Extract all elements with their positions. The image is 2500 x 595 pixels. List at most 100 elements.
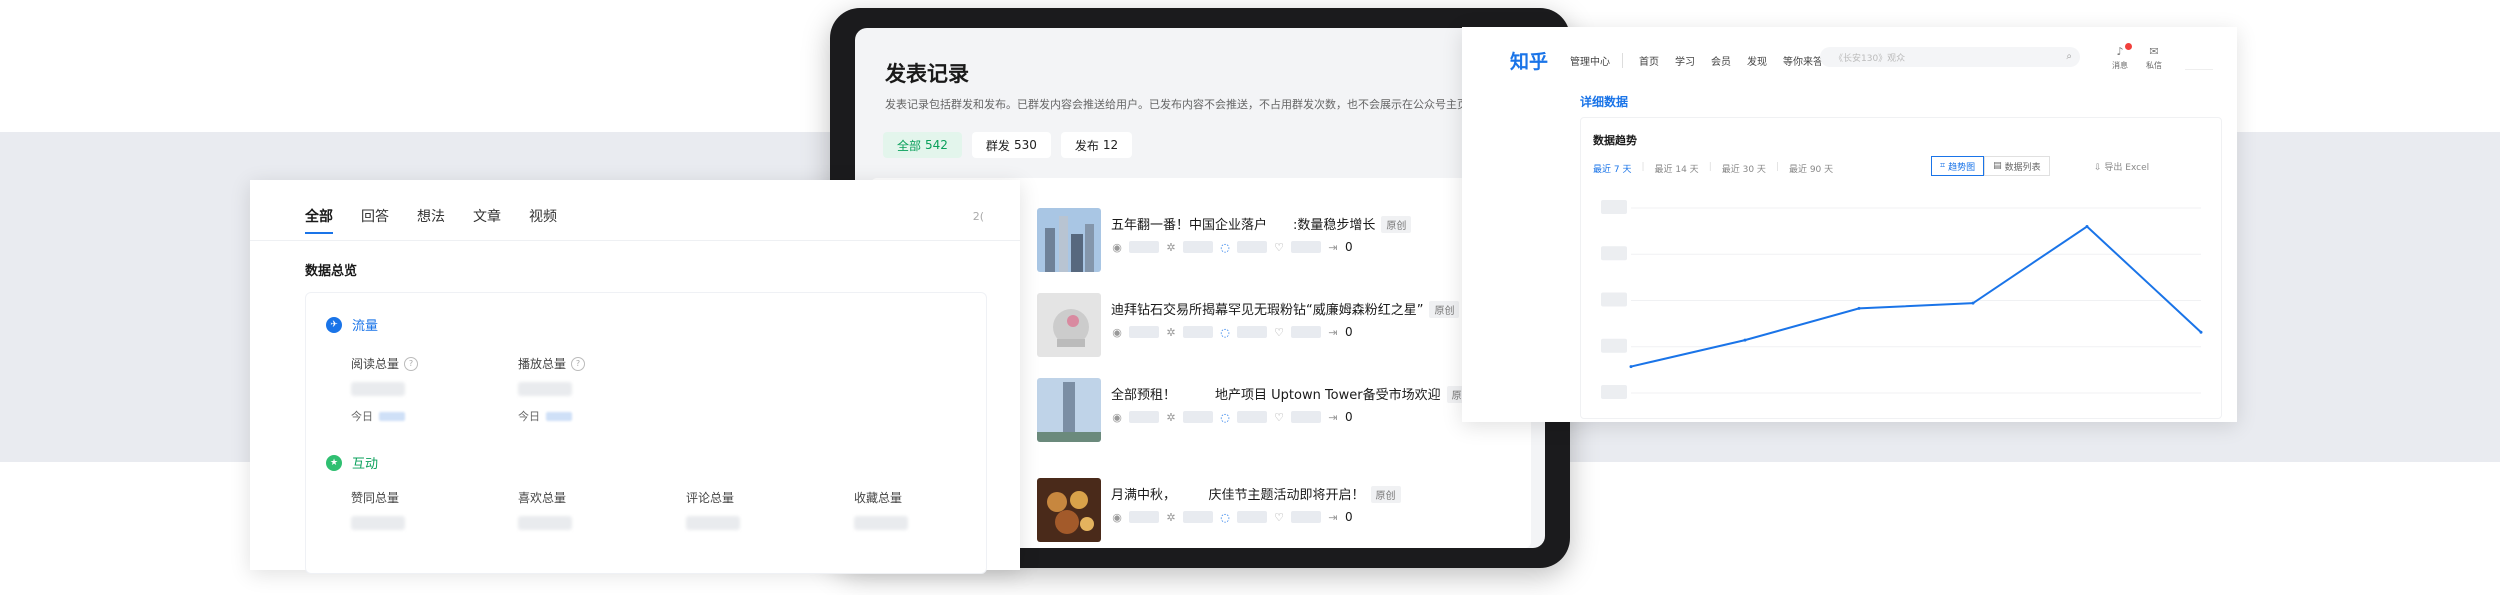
flow-section-header: ✈ 流量 xyxy=(326,315,378,334)
eye-icon: ◉ xyxy=(1112,510,1122,524)
header-icons: ♪ 消息 ✉ 私信 xyxy=(2112,43,2162,71)
nav-member[interactable]: 会员 xyxy=(1711,53,1731,68)
truncated-text: 2( xyxy=(972,210,984,223)
search-icon[interactable]: ⌕ xyxy=(2066,51,2072,62)
metric-plays: 播放总量? 今日 xyxy=(518,355,586,424)
article-stats: ◉ ✲ ◌ ♡ ⇥ 0 xyxy=(1112,410,1353,424)
data-point xyxy=(2085,225,2089,228)
share-icon: ✲ xyxy=(1166,240,1176,254)
range-14[interactable]: 最近 14 天 xyxy=(1655,162,1699,175)
nav-learn[interactable]: 学习 xyxy=(1675,53,1695,68)
eye-icon: ◉ xyxy=(1112,410,1122,424)
article-title[interactable]: 月满中秋， 庆佳节主题活动即将开启！ 原创 xyxy=(1111,484,1401,503)
metric-comments: 评论总量 xyxy=(686,489,740,530)
line-chart xyxy=(1601,200,2203,399)
export-button[interactable]: ⇩ 导出 Excel xyxy=(2094,160,2149,173)
y-tick-blurred xyxy=(1601,246,1627,261)
tab-all[interactable]: 全部 542 xyxy=(883,132,962,158)
series-line xyxy=(1630,225,2202,368)
article-thumbnail xyxy=(1037,378,1101,442)
tab-articles[interactable]: 文章 xyxy=(473,206,501,234)
range-7[interactable]: 最近 7 天 xyxy=(1593,162,1631,175)
forward-icon: ⇥ xyxy=(1328,510,1338,524)
search-input[interactable]: 《长安130》观众 ⌕ xyxy=(1820,47,2080,67)
interaction-section-header: ★ 互动 xyxy=(326,453,378,472)
like-icon: ♡ xyxy=(1274,240,1284,254)
message-button[interactable]: ✉ 私信 xyxy=(2146,45,2162,71)
article-stats: ◉ ✲ ◌ ♡ ⇥ 0 xyxy=(1112,240,1353,254)
nav-management[interactable]: 管理中心 xyxy=(1570,53,1623,68)
tab-thoughts[interactable]: 想法 xyxy=(417,206,445,234)
tab-mass[interactable]: 群发 530 xyxy=(971,132,1051,158)
list-item[interactable]: 迪拜钻石交易所揭幕罕见无瑕粉钻“威廉姆森粉红之星” 原创 ◉ ✲ ◌ ♡ ⇥ 0 xyxy=(1037,293,1529,357)
help-icon[interactable]: ? xyxy=(571,356,586,371)
date-range-tabs: 最近 7 天 | 最近 14 天 | 最近 30 天 | 最近 90 天 xyxy=(1593,162,1834,175)
article-thumbnail xyxy=(1037,478,1101,542)
y-tick-blurred xyxy=(1601,200,1627,214)
notification-button[interactable]: ♪ 消息 xyxy=(2112,43,2132,71)
metric-value-blurred xyxy=(351,382,405,396)
like-icon: ♡ xyxy=(1274,325,1284,339)
message-icon: ✉ xyxy=(2149,45,2159,58)
article-title[interactable]: 五年翻一番！中国企业落户 :数量稳步增长 原创 xyxy=(1111,214,1412,233)
share-icon: ✲ xyxy=(1166,325,1176,339)
article-stats: ◉ ✲ ◌ ♡ ⇥ 0 xyxy=(1112,325,1353,339)
metric-upvotes: 赞同总量 xyxy=(351,489,405,530)
metric-reads: 阅读总量? 今日 xyxy=(351,355,419,424)
data-point xyxy=(1743,338,1747,342)
metric-value-blurred xyxy=(854,516,908,530)
tab-answers[interactable]: 回答 xyxy=(361,206,389,234)
metric-value-blurred xyxy=(518,382,572,396)
trend-view-button[interactable]: ⌗ 趋势图 xyxy=(1931,156,1985,176)
tab-all[interactable]: 全部 xyxy=(305,206,333,234)
comment-icon: ◌ xyxy=(1220,325,1230,339)
zhihu-logo[interactable]: 知乎 xyxy=(1510,47,1548,74)
nav-home[interactable]: 首页 xyxy=(1639,53,1659,68)
forward-icon: ⇥ xyxy=(1328,410,1338,424)
traffic-icon: ✈ xyxy=(326,316,342,333)
page-title: 发表记录 xyxy=(885,62,969,86)
top-nav: 管理中心 首页 学习 会员 发现 等你来答 xyxy=(1570,53,1823,68)
range-30[interactable]: 最近 30 天 xyxy=(1722,162,1766,175)
list-item[interactable]: 全部预租！ 地产项目 Uptown Tower备受市场欢迎原创 ◉ ✲ ◌ ♡ … xyxy=(1037,378,1529,442)
original-badge: 原创 xyxy=(1370,486,1401,503)
content-type-tabs: 全部 回答 想法 文章 视频 xyxy=(305,206,557,234)
eye-icon: ◉ xyxy=(1112,325,1122,339)
article-title[interactable]: 全部预租！ 地产项目 Uptown Tower备受市场欢迎原创 xyxy=(1111,384,1477,403)
list-icon: ▤ xyxy=(1993,161,2002,171)
star-icon: ★ xyxy=(326,454,342,471)
range-90[interactable]: 最近 90 天 xyxy=(1789,162,1833,175)
metric-value-blurred xyxy=(686,516,740,530)
comment-icon: ◌ xyxy=(1220,410,1230,424)
chart-icon: ⌗ xyxy=(1940,161,1946,171)
article-title[interactable]: 迪拜钻石交易所揭幕罕见无瑕粉钻“威廉姆森粉红之星” 原创 xyxy=(1111,299,1460,318)
trend-panel: 数据趋势 最近 7 天 | 最近 14 天 | 最近 30 天 | 最近 90 天 ⌗… xyxy=(1580,117,2222,419)
share-icon: ✲ xyxy=(1166,510,1176,524)
like-icon: ♡ xyxy=(1274,510,1284,524)
zhihu-analytics-card: 知乎 管理中心 首页 学习 会员 发现 等你来答 《长安130》观众 ⌕ ♪ 消… xyxy=(1462,27,2237,422)
tab-videos[interactable]: 视频 xyxy=(529,206,557,234)
list-view-button[interactable]: ▤ 数据列表 xyxy=(1984,156,2050,176)
metric-favorites: 收藏总量 xyxy=(854,489,908,530)
section-title: 详细数据 xyxy=(1580,95,1629,109)
metric-value-blurred xyxy=(518,516,572,530)
view-toggle: ⌗ 趋势图 ▤ 数据列表 xyxy=(1931,156,2050,176)
overview-panel: ✈ 流量 阅读总量? 今日 播放总量? 今日 ★ 互动 赞同总量 喜欢总量 评论… xyxy=(305,292,987,574)
forward-icon: ⇥ xyxy=(1328,240,1338,254)
eye-icon: ◉ xyxy=(1112,240,1122,254)
list-item[interactable]: 五年翻一番！中国企业落户 :数量稳步增长 原创 ◉ ✲ ◌ ♡ ⇥ 0 xyxy=(1037,208,1529,272)
divider xyxy=(2185,69,2213,70)
publish-tabs: 全部 542 群发 530 发布 12 xyxy=(883,132,1133,158)
chart-title: 数据趋势 xyxy=(1593,134,1637,147)
original-badge: 原创 xyxy=(1429,301,1460,318)
article-thumbnail xyxy=(1037,208,1101,272)
data-point xyxy=(1857,306,1861,310)
y-tick-blurred xyxy=(1601,338,1627,353)
tab-published[interactable]: 发布 12 xyxy=(1060,132,1133,158)
help-icon[interactable]: ? xyxy=(404,356,419,371)
comment-icon: ◌ xyxy=(1220,510,1230,524)
page-description: 发表记录包括群发和发布。已群发内容会推送给用户。已发布内容不会推送，不占用群发次… xyxy=(885,98,1479,111)
nav-answer[interactable]: 等你来答 xyxy=(1783,53,1823,68)
list-item[interactable]: 月满中秋， 庆佳节主题活动即将开启！ 原创 ◉ ✲ ◌ ♡ ⇥ 0 xyxy=(1037,478,1529,542)
nav-discover[interactable]: 发现 xyxy=(1747,53,1767,68)
